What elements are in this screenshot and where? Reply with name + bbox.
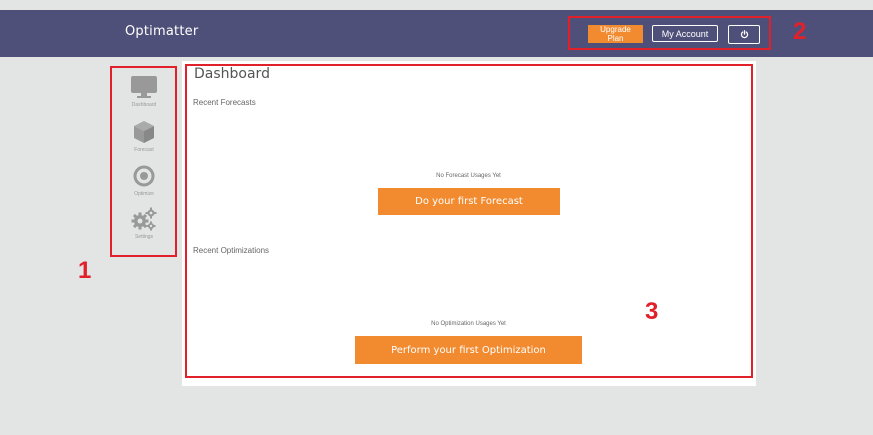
annotation-box-1 [110,66,177,257]
annotation-number-2: 2 [793,18,807,45]
annotation-box-3 [185,64,753,378]
annotation-number-1: 1 [78,257,92,284]
brand-logo[interactable]: Optimatter [125,24,198,39]
annotation-number-3: 3 [645,298,659,325]
annotation-box-2 [568,16,771,50]
